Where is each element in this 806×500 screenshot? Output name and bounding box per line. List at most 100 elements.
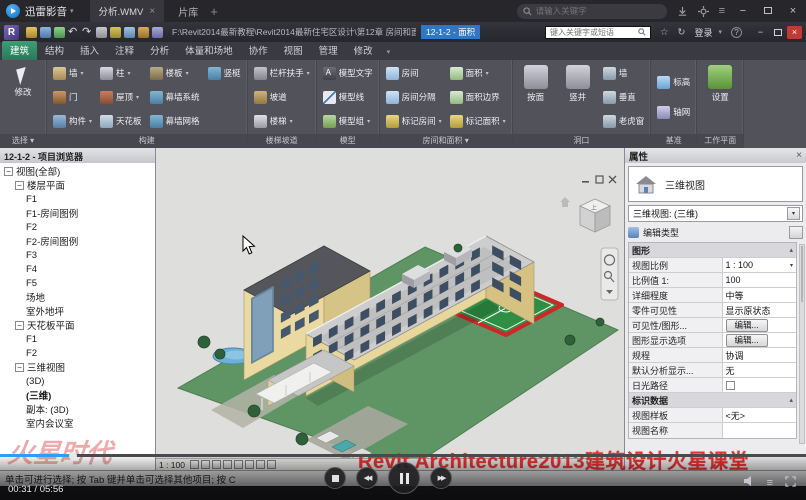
measure-icon[interactable] — [110, 27, 121, 38]
mullion-button[interactable]: 竖梃 — [205, 61, 244, 85]
room-separator-button[interactable]: 房间分隔 — [383, 85, 445, 109]
browser-item[interactable]: (3D) — [0, 374, 155, 388]
view-3d-icon[interactable] — [152, 27, 163, 38]
properties-scrollbar[interactable] — [799, 244, 805, 444]
project-browser-tree[interactable]: −视图(全部)−楼层平面F1F1-房间图例F2F2-房间图例F3F4F5场地室外… — [0, 163, 155, 470]
type-preview[interactable]: 三维视图 — [628, 166, 803, 202]
ribbon-tab-8[interactable]: 视图 — [276, 41, 311, 60]
browser-item[interactable]: −视图(全部) — [0, 164, 155, 178]
door-button[interactable]: 门 — [50, 85, 95, 109]
ribbon-tab-4[interactable]: 注释 — [107, 41, 142, 60]
curtain-system-button[interactable]: 幕墙系统 — [147, 85, 203, 109]
3d-view-canvas[interactable]: 上 — [156, 148, 624, 458]
tree-expander-icon[interactable]: − — [15, 321, 24, 330]
infocenter-search-input[interactable] — [550, 28, 635, 37]
save-icon[interactable] — [40, 27, 51, 38]
tag-room-button[interactable]: 标记房间▾ — [383, 109, 445, 133]
edit-button[interactable]: 编辑... — [726, 319, 768, 332]
browser-item[interactable]: −三维视图 — [0, 360, 155, 374]
open-icon[interactable] — [26, 27, 37, 38]
subscription-star-icon[interactable]: ☆ — [660, 27, 669, 38]
player-library-tab[interactable]: 片库 — [178, 4, 198, 19]
grid-button[interactable]: 轴网 — [654, 100, 693, 124]
level-button[interactable]: 标高 — [654, 70, 693, 94]
browser-item[interactable]: F1-房间图例 — [0, 206, 155, 220]
sync-icon[interactable] — [54, 27, 65, 38]
collapse-icon[interactable]: ▴ — [786, 393, 796, 407]
dimension-icon[interactable] — [124, 27, 135, 38]
ribbon-tab-9[interactable]: 管理 — [311, 41, 346, 60]
ribbon-tab-7[interactable]: 协作 — [241, 41, 276, 60]
download-icon[interactable] — [677, 6, 688, 17]
sign-in-chevron-icon[interactable]: ▾ — [718, 28, 722, 36]
drawing-area[interactable]: 上 1 : 100 — [156, 148, 624, 470]
browser-item[interactable]: F2 — [0, 220, 155, 234]
progress-bar[interactable] — [0, 454, 806, 457]
curtain-grid-button[interactable]: 幕墙网格 — [147, 109, 203, 133]
browser-item[interactable]: 室外地坪 — [0, 304, 155, 318]
ceiling-button[interactable]: 天花板 — [97, 109, 145, 133]
browser-item[interactable]: F2-房间图例 — [0, 234, 155, 248]
component-button[interactable]: 构件▾ — [50, 109, 95, 133]
stair-button[interactable]: 楼梯▾ — [251, 109, 313, 133]
player-video-tab[interactable]: 分析.WMV × — [90, 0, 165, 22]
roof-button[interactable]: 屋顶▾ — [97, 85, 145, 109]
view-minimize-icon[interactable] — [582, 181, 589, 183]
ribbon-tab-6[interactable]: 体量和场地 — [177, 41, 241, 60]
property-group-header[interactable]: 标识数据▴ — [629, 393, 796, 408]
tree-expander-icon[interactable]: − — [4, 167, 13, 176]
browser-item[interactable]: F1 — [0, 332, 155, 346]
tag-area-button[interactable]: 标记面积▾ — [447, 109, 509, 133]
model-group-button[interactable]: 模型组▾ — [320, 109, 376, 133]
collapse-icon[interactable]: ▴ — [786, 243, 796, 257]
edit-button[interactable]: 编辑... — [726, 334, 768, 347]
ramp-button[interactable]: 坡道 — [251, 85, 313, 109]
property-group-header[interactable]: 图形▴ — [629, 243, 796, 258]
player-search-box[interactable] — [517, 4, 667, 19]
minimize-button[interactable]: − — [736, 5, 750, 17]
revit-app-button[interactable]: R — [4, 25, 19, 40]
room-button[interactable]: 房间 — [383, 61, 445, 85]
area-boundary-button[interactable]: 面积边界 — [447, 85, 509, 109]
dropdown-arrow-icon[interactable]: ▾ — [787, 207, 800, 220]
wall-opening-button[interactable]: 墙 — [600, 61, 648, 85]
floor-button[interactable]: 楼板▾ — [147, 61, 203, 85]
type-selector-dropdown[interactable]: 三维视图: (三维) ▾ — [628, 205, 803, 222]
browser-item[interactable]: (三维) — [0, 388, 155, 402]
tree-expander-icon[interactable]: − — [15, 181, 24, 190]
column-button[interactable]: 柱▾ — [97, 61, 145, 85]
sign-in-button[interactable]: 登录 — [694, 26, 712, 39]
app-menu-chevron-icon[interactable]: ▾ — [70, 7, 74, 15]
browser-item[interactable]: F4 — [0, 262, 155, 276]
new-tab-button[interactable]: + — [210, 4, 218, 19]
revit-close-button[interactable]: × — [787, 26, 802, 39]
browser-item[interactable]: 室内会议室 — [0, 416, 155, 430]
model-line-button[interactable]: 模型线 — [320, 85, 376, 109]
redo-icon[interactable] — [82, 27, 93, 38]
tab-close-icon[interactable]: × — [149, 6, 155, 17]
revit-maximize-button[interactable] — [770, 26, 785, 39]
browser-item[interactable]: F3 — [0, 248, 155, 262]
tag-qat-icon[interactable] — [138, 27, 149, 38]
dormer-opening-button[interactable]: 老虎窗 — [600, 109, 648, 133]
menu-icon[interactable]: ≡ — [719, 5, 725, 17]
settings-gear-icon[interactable] — [698, 6, 709, 17]
edit-type-button[interactable]: 编辑类型 — [643, 226, 679, 239]
volume-icon[interactable] — [743, 475, 755, 490]
browser-item[interactable]: F1 — [0, 192, 155, 206]
browser-item[interactable]: 副本: (3D) — [0, 402, 155, 416]
help-icon[interactable]: ? — [731, 27, 742, 38]
play-pause-button[interactable] — [388, 462, 420, 494]
browser-item[interactable]: −楼层平面 — [0, 178, 155, 192]
selection-filter-icon[interactable] — [789, 226, 803, 239]
ribbon-state-chevron-icon[interactable]: ▾ — [381, 48, 397, 60]
browser-item[interactable]: 场地 — [0, 290, 155, 304]
previous-button[interactable]: ◀◀ — [356, 467, 378, 489]
stop-button[interactable] — [324, 467, 346, 489]
ribbon-tab-3[interactable]: 插入 — [72, 41, 107, 60]
fullscreen-icon[interactable] — [785, 476, 796, 490]
navigation-bar[interactable] — [601, 248, 618, 300]
next-button[interactable]: ▶▶ — [430, 467, 452, 489]
model-text-button[interactable]: 模型文字 — [320, 61, 376, 85]
browser-item[interactable]: F2 — [0, 346, 155, 360]
